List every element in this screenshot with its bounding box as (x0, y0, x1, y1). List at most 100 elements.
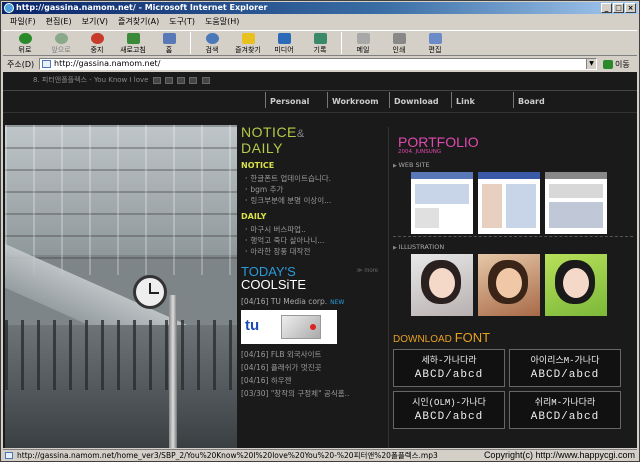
new-badge: NEW (330, 299, 345, 306)
address-label: 주소(D) (7, 59, 35, 69)
stop-icon (90, 33, 104, 44)
home-button[interactable]: 홈 (151, 31, 187, 55)
hero-photo (5, 125, 237, 448)
notice-item[interactable]: 링크부분에 분명 이상이... (241, 195, 386, 206)
stop-button[interactable]: 중지 (79, 31, 115, 55)
portfolio-column: PORTFOLIO 2004. JUNSUNG WEB SITE ILLUSTR… (393, 135, 633, 429)
toolbar: 뒤로 앞으로 중지 새로고침 홈 검색 즐겨찾기 미디어 기록 메일 인쇄 편집 (3, 30, 637, 56)
site-nav: Personal Workroom Download Link Board (265, 92, 575, 108)
favorites-button[interactable]: 즐겨찾기 (230, 31, 266, 55)
web-page: 8. 피터앤폴플렉스 - You Know I love Personal Wo… (3, 72, 637, 448)
home-icon (162, 33, 176, 44)
menu-bar: 파일(F) 편집(E) 보기(V) 즐겨찾기(A) 도구(T) 도움말(H) (5, 15, 244, 29)
repeat-control[interactable] (201, 76, 210, 84)
website-thumb[interactable] (411, 172, 473, 234)
search-icon (205, 33, 219, 44)
notice-daily-title: NOTICE& DAILY (241, 124, 305, 156)
daily-item[interactable]: 마구시 버스파업.. (241, 224, 386, 235)
illustration-thumb[interactable] (411, 254, 473, 316)
back-button[interactable]: 뒤로 (7, 31, 43, 55)
menu-favorites[interactable]: 즐겨찾기(A) (113, 15, 164, 29)
favorites-icon (241, 33, 255, 44)
media-icon (277, 33, 291, 44)
nav-workroom[interactable]: Workroom (327, 92, 389, 108)
refresh-icon (126, 33, 140, 44)
mail-button[interactable]: 메일 (345, 31, 381, 55)
menu-edit[interactable]: 편집(E) (41, 15, 77, 29)
portfolio-title: PORTFOLIO (398, 134, 479, 150)
status-text: http://gassina.namom.net/home_ver3/SBP_2… (17, 451, 438, 460)
edit-icon (428, 33, 442, 44)
more-link[interactable]: ≫ more (356, 265, 378, 278)
address-input[interactable]: http://gassina.namom.net/ ▼ (39, 58, 597, 70)
download-font-title: DOWNLOAD FONT (393, 330, 491, 345)
minimize-button[interactable]: _ (601, 3, 612, 13)
notice-item[interactable]: 한글폰트 업데이트습니다. (241, 173, 386, 184)
notice-item[interactable]: bgm 추가 (241, 184, 386, 195)
nav-link[interactable]: Link (451, 92, 513, 108)
address-value: http://gassina.namom.net/ (54, 59, 161, 68)
nav-download[interactable]: Download (389, 92, 451, 108)
font-sample[interactable]: 세하-가나다라 ABCD/abcd (393, 349, 505, 387)
menu-tools[interactable]: 도구(T) (164, 15, 200, 29)
title-bar: http://gassina.namom.net/ - Microsoft In… (2, 2, 638, 14)
edit-button[interactable]: 편집 (417, 31, 453, 55)
menu-view[interactable]: 보기(V) (77, 15, 113, 29)
next-control[interactable] (189, 76, 198, 84)
portfolio-subtitle: 2004. JUNSUNG (398, 149, 442, 155)
back-icon (18, 33, 32, 44)
font-sample[interactable]: 쉬리M-가나다라 ABCD/abcd (509, 391, 621, 429)
coolsite-title: TODAY'S ≫ more COOLSiTE (241, 264, 378, 292)
copyright-text: Copyright(c) http://www.happycgi.com (483, 450, 635, 460)
music-player: 8. 피터앤폴플렉스 - You Know I love (33, 75, 210, 85)
daily-heading: DAILY (241, 212, 267, 221)
address-bar: 주소(D) http://gassina.namom.net/ ▼ 이동 (3, 57, 637, 71)
font-sample[interactable]: 아이리스M-가나다 ABCD/abcd (509, 349, 621, 387)
forward-button[interactable]: 앞으로 (43, 31, 79, 55)
prev-control[interactable] (177, 76, 186, 84)
website-thumb[interactable] (545, 172, 607, 234)
close-button[interactable]: × (625, 3, 636, 13)
stop-control[interactable] (164, 76, 173, 84)
search-button[interactable]: 검색 (194, 31, 230, 55)
history-icon (313, 33, 327, 44)
illustration-thumb[interactable] (478, 254, 540, 316)
website-label: WEB SITE (393, 161, 633, 169)
mail-icon (356, 33, 370, 44)
coolsite-item[interactable]: [04/16] 하우젠 (241, 374, 386, 387)
refresh-button[interactable]: 새로고침 (115, 31, 151, 55)
play-control[interactable] (152, 76, 161, 84)
daily-item[interactable]: 아라한 장풍 대작전 (241, 246, 386, 257)
media-button[interactable]: 미디어 (266, 31, 302, 55)
ie-icon (4, 3, 14, 13)
page-icon (5, 452, 13, 459)
coolsite-entry[interactable]: [04/16] TU Media corp. NEW (241, 297, 386, 306)
coolsite-thumbnail[interactable]: tu (241, 310, 337, 344)
illustration-label: ILLUSTRATION (393, 243, 633, 251)
print-button[interactable]: 인쇄 (381, 31, 417, 55)
illustration-thumb[interactable] (545, 254, 607, 316)
forward-icon (54, 33, 68, 44)
go-arrow-icon (603, 59, 613, 69)
history-button[interactable]: 기록 (302, 31, 338, 55)
nav-board[interactable]: Board (513, 92, 575, 108)
clock-illustration (133, 275, 167, 309)
notice-column: NOTICE&DAILY NOTICE 한글폰트 업데이트습니다. bgm 추가… (241, 125, 386, 400)
font-sample[interactable]: 시인(OLM)-가나다 ABCD/abcd (393, 391, 505, 429)
menu-help[interactable]: 도움말(H) (200, 15, 244, 29)
music-title: 8. 피터앤폴플렉스 - You Know I love (33, 76, 149, 84)
nav-personal[interactable]: Personal (265, 92, 327, 108)
maximize-button[interactable]: □ (613, 3, 624, 13)
coolsite-item[interactable]: [04/16] 플래쉬가 멋진곳 (241, 361, 386, 374)
daily-item[interactable]: 행억고 죽다 살아나니... (241, 235, 386, 246)
coolsite-item[interactable]: [04/16] FLB 외국사이트 (241, 348, 386, 361)
window-title: http://gassina.namom.net/ - Microsoft In… (16, 3, 268, 12)
website-thumb[interactable] (478, 172, 540, 234)
status-bar: http://gassina.namom.net/home_ver3/SBP_2… (3, 449, 637, 461)
print-icon (392, 33, 406, 44)
menu-file[interactable]: 파일(F) (5, 15, 41, 29)
coolsite-item[interactable]: [03/30] "창작의 구정체" 공식홈.. (241, 387, 386, 400)
address-dropdown-icon[interactable]: ▼ (586, 59, 596, 69)
go-label: 이동 (615, 59, 630, 69)
go-button[interactable]: 이동 (603, 59, 630, 70)
